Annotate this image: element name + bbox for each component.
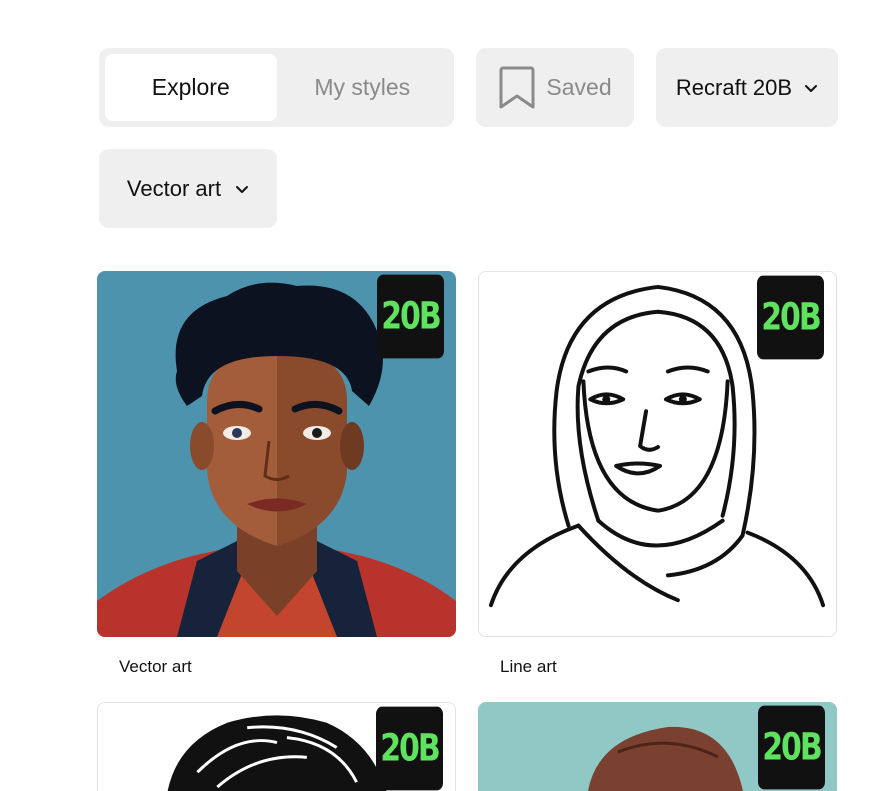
style-card-4[interactable]: 20B: [478, 702, 837, 791]
view-tabs: Explore My styles: [99, 48, 454, 127]
style-card-line-art[interactable]: 20B: [478, 271, 837, 637]
style-select-value: Vector art: [126, 175, 222, 201]
style-card-3[interactable]: 20B: [97, 702, 456, 791]
style-select[interactable]: Vector art: [99, 149, 277, 228]
bookmark-icon: [498, 65, 536, 111]
model-select-value: Recraft 20B: [675, 74, 793, 100]
chevron-down-icon: [235, 182, 249, 196]
saved-label: Saved: [546, 74, 612, 100]
saved-button[interactable]: Saved: [476, 48, 634, 127]
model-badge: 20B: [377, 274, 444, 359]
tab-my-styles[interactable]: My styles: [277, 54, 449, 121]
style-card-vector-art[interactable]: 20B: [97, 271, 456, 637]
card-caption-line-art: Line art: [500, 657, 557, 676]
model-badge: 20B: [757, 275, 824, 360]
tab-explore[interactable]: Explore: [105, 54, 277, 121]
model-badge: 20B: [758, 705, 825, 790]
chevron-down-icon: [804, 81, 818, 95]
model-badge: 20B: [376, 706, 443, 791]
card-caption-vector-art: Vector art: [119, 657, 192, 676]
model-select[interactable]: Recraft 20B: [656, 48, 838, 127]
